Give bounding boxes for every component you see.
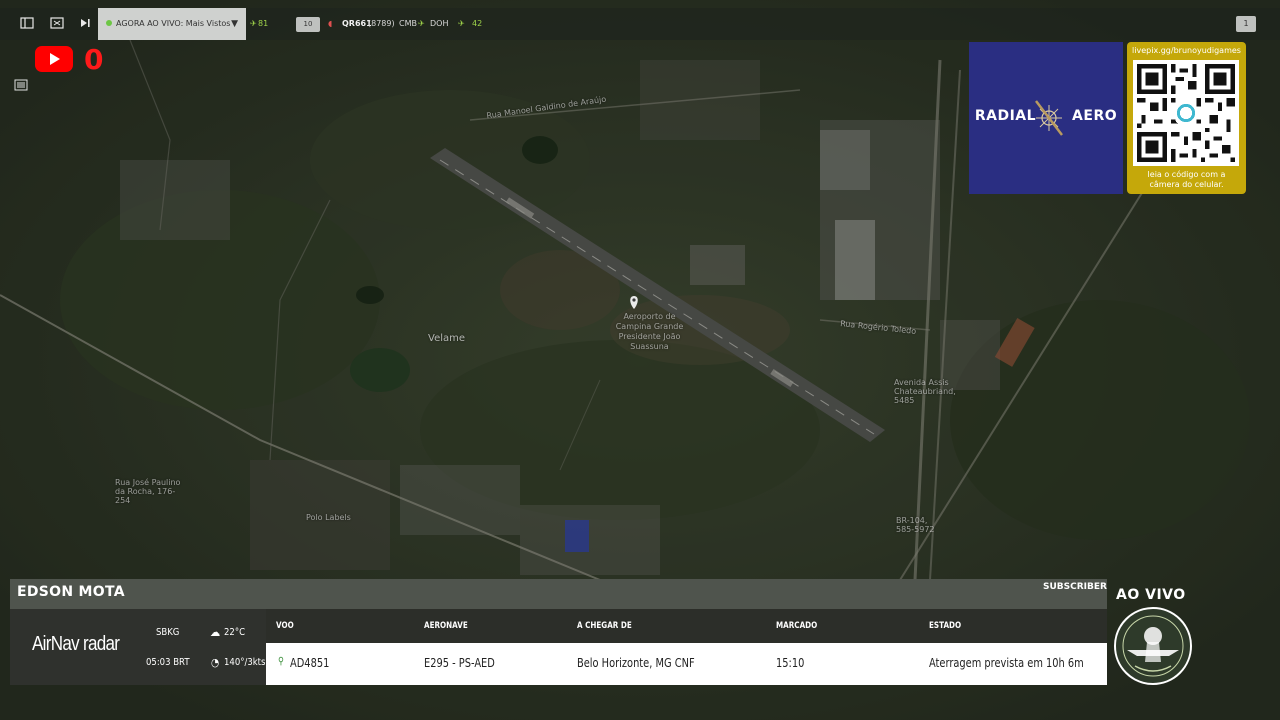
col-header-from: A CHEGAR DE [577,621,632,631]
top-toolbar: AGORA AO VIVO: Mais Vistos ▼ ✈ 81 10 ◖ Q… [0,8,1280,40]
flag-icon: ◖ [328,19,333,28]
qr-caption-line-2: câmera do celular. [1149,180,1224,189]
col-header-flight: VOO [276,621,294,631]
velame-map-label: Velame [428,333,466,344]
weather-cloud-icon: ☁ [210,625,221,639]
table-row[interactable]: ⚲ AD4851 E295 - PS-AED Belo Horizonte, M… [266,643,1107,685]
scheduled-time: 15:10 [776,656,805,670]
radial-word: RADIAL [974,108,1037,124]
aero-word: AERO [1072,108,1118,124]
fullscreen-icon[interactable] [50,16,64,30]
flight-code-extra: (8789) [368,19,395,28]
street-label: Polo Labels [306,513,351,522]
airport-map-label: Aeroporto de Campina Grande Presidente J… [615,312,684,351]
panel-header [10,579,1107,609]
stream-overlay: Aeroporto de Campina Grande Presidente J… [0,0,1280,720]
wind-icon: ◔ [211,656,220,669]
radial-aero-banner: RADIAL AERO [969,42,1123,194]
flight-status: Aterragem prevista em 10h 6m [929,656,1084,670]
temperature: 22°C [224,627,246,638]
route-to: DOH [430,19,449,28]
count-label-2: 42 [472,19,483,28]
youtube-count: 0 [84,43,104,76]
qr-url: livepix.gg/brunoyudigames [1132,46,1241,55]
qr-code-icon [1133,60,1239,166]
qr-caption: leia o código com a câmera do celular. [1127,170,1246,190]
col-header-scheduled: MARCADO [776,621,818,631]
livepix-qr-panel: livepix.gg/brunoyudigames leia o código … [1127,42,1246,194]
skip-next-icon[interactable] [78,16,92,30]
col-header-status: ESTADO [929,621,962,631]
flight-info-panel: EDSON MOTA SUBSCRIBER AirNav radar SBKG … [10,579,1107,685]
table-header-row: VOO AERONAVE A CHEGAR DE MARCADO ESTADO [266,609,1107,643]
qr-caption-line-1: leia o código com a [1147,170,1226,179]
route-arrow-icon: ✈ [418,19,425,28]
street-label: BR-104, 585-5972 [896,516,935,534]
aircraft: E295 - PS-AED [424,656,495,670]
youtube-icon [35,46,73,72]
route-from: CMB [399,19,417,28]
announcer-name: EDSON MOTA [17,584,125,600]
arriving-from: Belo Horizonte, MG CNF [577,656,695,670]
plane-icon: ✈ [458,19,465,28]
sidebar-toggle-icon[interactable] [20,16,34,30]
street-label: Avenida Assis Chateaubriand, 5485 [894,378,956,405]
airnav-brand-block: AirNav radar [10,609,138,685]
live-count-label: 81 [258,19,269,28]
live-label: AO VIVO [1116,587,1186,603]
col-header-aircraft: AERONAVE [424,621,468,631]
flight-number: AD4851 [290,656,330,670]
live-feed-select[interactable]: AGORA AO VIVO: Mais Vistos ▼ [98,8,246,40]
airport-code: SBKG [156,627,180,638]
channel-logo-icon [1114,607,1192,685]
live-select-label: AGORA AO VIVO: Mais Vistos [116,19,231,28]
airnav-radar-logo: AirNav radar [32,633,120,655]
wind: 140°/3kts [224,657,266,668]
corner-badge[interactable]: 1 [1236,16,1256,32]
airport-weather-block: SBKG 05:03 BRT ☁ 22°C ◔ 140°/3kts [138,609,266,685]
local-time: 05:03 BRT [146,657,190,668]
subscriber-label: SUBSCRIBER [1043,582,1107,592]
chevron-down-icon: ▼ [231,19,238,29]
flight-marker-icon: ⚲ [278,656,285,667]
list-icon[interactable] [14,79,30,93]
count-box[interactable]: 10 [296,17,320,32]
street-label: Rua José Paulino da Rocha, 176-254 [115,478,181,505]
radial-aero-wordmark: RADIAL AERO [969,108,1123,124]
plane-icon: ✈ [250,19,257,28]
live-status-dot [106,20,112,26]
